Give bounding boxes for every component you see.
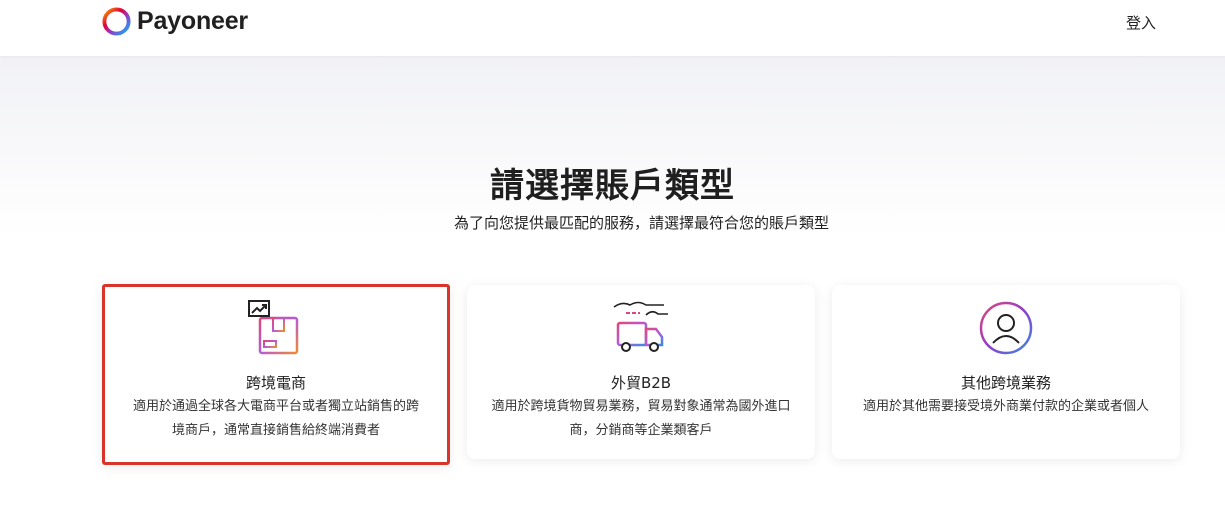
card-description: 適用於通過全球各大電商平台或者獨立站銷售的跨境商戶，通常直接銷售給終端消費者 (132, 399, 419, 438)
account-type-card-ecommerce[interactable]: 跨境電商 適用於通過全球各大電商平台或者獨立站銷售的跨境商戶，通常直接銷售給終端… (102, 284, 450, 465)
delivery-truck-icon (613, 301, 668, 352)
account-type-card-b2b[interactable]: 外貿B2B 適用於跨境貨物貿易業務，貿易對象通常為國外進口商，分銷商等企業類客戶 (467, 285, 815, 459)
card-title: 外貿B2B (610, 374, 672, 392)
login-link[interactable]: 登入 (1126, 12, 1156, 33)
page-title: 請選擇賬戶類型 (490, 166, 735, 206)
card-title: 其他跨境業務 (960, 374, 1051, 392)
page-subtitle: 為了向您提供最匹配的服務，請選擇最符合您的賬戶類型 (453, 214, 829, 232)
card-description: 適用於其他需要接受境外商業付款的企業或者個人 (862, 399, 1149, 414)
ecommerce-box-icon (248, 300, 299, 355)
account-type-card-other[interactable]: 其他跨境業務 適用於其他需要接受境外商業付款的企業或者個人 (832, 285, 1180, 459)
payoneer-logo[interactable]: Payoneer (101, 5, 248, 37)
card-title: 跨境電商 (245, 374, 306, 392)
card-description: 適用於跨境貨物貿易業務，貿易對象通常為國外進口商，分銷商等企業類客戶 (491, 399, 791, 438)
brand-name: Payoneer (137, 6, 248, 35)
top-navigation-bar: Payoneer 登入 (0, 0, 1225, 56)
user-avatar-icon (979, 301, 1033, 355)
logo-ring-icon (102, 6, 131, 36)
